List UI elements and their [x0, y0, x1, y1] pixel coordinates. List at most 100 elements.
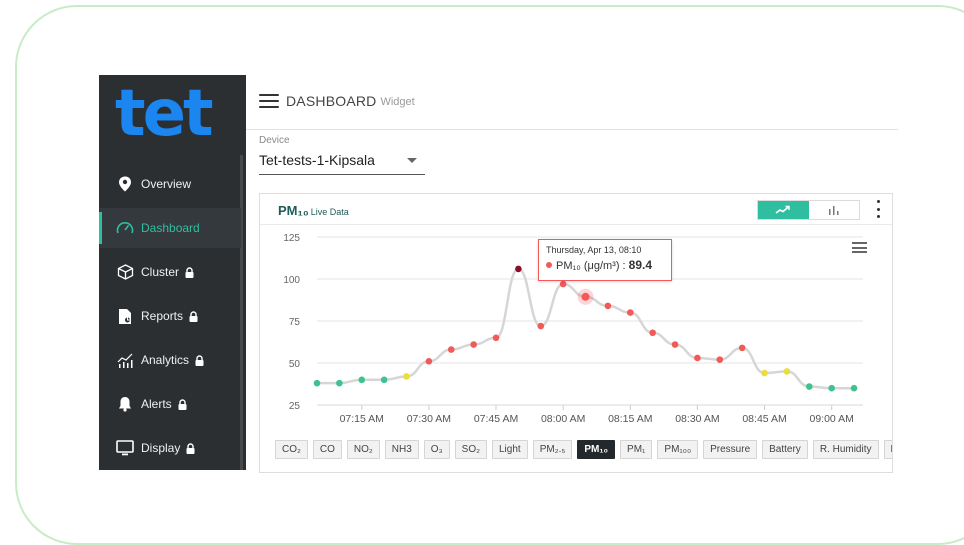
more-options-icon[interactable] — [874, 200, 882, 218]
parameter-chip[interactable]: O₃ — [423, 440, 450, 459]
y-tick-label: 100 — [283, 275, 300, 286]
y-tick-label: 25 — [289, 401, 301, 412]
data-point — [492, 334, 500, 342]
data-point — [559, 280, 567, 288]
data-point — [671, 341, 679, 348]
parameter-chips: CO₂ CO NO₂ NH3 O₃ SO₂ Light PM₂.₅ PM₁₀ PM₁ PM₁₀₀ Pr… — [275, 440, 892, 459]
parameter-chip[interactable]: Leq — [883, 440, 892, 459]
bar-chart-toggle[interactable] — [809, 201, 860, 219]
chart-menu-icon[interactable] — [852, 242, 867, 253]
series-line — [317, 267, 855, 390]
tooltip-value: 89.4 — [628, 258, 653, 272]
data-point — [380, 376, 388, 384]
data-point — [425, 358, 433, 365]
bell-icon — [116, 395, 134, 413]
tet-logo[interactable]: tet — [113, 77, 233, 143]
y-tick-label: 75 — [289, 317, 301, 328]
data-point — [649, 329, 656, 337]
parameter-chip[interactable]: CO₂ — [275, 440, 308, 459]
tooltip-separator: : — [619, 260, 629, 272]
sidebar-item-dashboard[interactable]: Dashboard — [99, 208, 241, 248]
data-point — [313, 379, 321, 387]
x-tick-label: 07:45 AM — [474, 413, 518, 425]
parameter-chip[interactable]: NH3 — [384, 440, 419, 459]
sidebar-item-label: Reports — [141, 309, 184, 323]
data-point — [581, 292, 590, 301]
sidebar-item-cluster[interactable]: Cluster — [99, 252, 241, 292]
x-tick-label: 08:45 AM — [742, 413, 786, 425]
parameter-chip[interactable]: R. Humidity — [812, 440, 879, 459]
data-point — [805, 383, 813, 390]
data-point — [358, 376, 366, 384]
parameter-chip[interactable]: PM₁₀ — [577, 440, 616, 459]
data-point — [828, 384, 835, 392]
parameter-chip[interactable]: NO₂ — [346, 440, 380, 459]
data-point — [403, 373, 410, 380]
data-point — [716, 356, 724, 363]
sidebar-item-analytics[interactable]: Analytics — [99, 340, 241, 380]
tooltip-value-line: PM₁₀ (μg/m³) : 89.4 — [546, 258, 664, 272]
pm10-widget: PM₁₀ Live Data 25 50 75 100 125 07:15 AM 07:30 … — [259, 193, 893, 473]
line-chart-icon — [775, 205, 790, 214]
sidebar-item-overview[interactable]: Overview — [99, 164, 241, 204]
map-pin-icon — [116, 175, 134, 193]
data-point — [537, 322, 545, 330]
data-point — [694, 354, 701, 362]
parameter-chip[interactable]: PM₂.₅ — [532, 440, 573, 459]
chart-tooltip: Thursday, Apr 13, 08:10 PM₁₀ (μg/m³) : 8… — [538, 239, 672, 281]
sidebar-item-label: Cluster — [141, 265, 180, 279]
sidebar-item-label: Overview — [141, 177, 192, 191]
sidebar-item-reports[interactable]: Reports — [99, 296, 241, 336]
sidebar: tet Overview Dashboard Cluster Reports Analy… — [99, 75, 246, 470]
parameter-chip[interactable]: Battery — [762, 440, 808, 459]
page-subtitle: Widget — [380, 96, 415, 108]
device-label: Device — [259, 135, 290, 146]
parameter-chip[interactable]: SO₂ — [454, 440, 487, 459]
lock-icon — [186, 442, 195, 454]
page-title: DASHBOARD — [286, 93, 377, 109]
sidebar-item-display[interactable]: Display — [99, 428, 241, 468]
report-file-icon — [116, 307, 134, 325]
chevron-down-icon — [407, 158, 417, 163]
sidebar-item-label: Alerts — [141, 397, 172, 411]
widget-title-main: PM₁₀ — [278, 203, 309, 218]
x-tick-label: 08:15 AM — [608, 413, 652, 425]
device-select[interactable]: Tet-tests-1-Kipsala — [259, 150, 425, 175]
widget-title-suffix: Live Data — [310, 207, 349, 217]
series-dot-icon — [546, 262, 552, 268]
widget-title: PM₁₀ Live Data — [278, 203, 349, 218]
menu-icon[interactable] — [259, 94, 279, 108]
sidebar-item-label: Dashboard — [141, 221, 200, 235]
monitor-icon — [116, 439, 134, 457]
parameter-chip[interactable]: Pressure — [703, 440, 758, 459]
data-point — [336, 379, 343, 387]
data-point — [626, 309, 634, 316]
data-point — [515, 265, 522, 273]
header: DASHBOARD Widget — [259, 89, 415, 113]
bar-chart-icon — [828, 206, 839, 215]
svg-text:tet: tet — [115, 77, 213, 143]
data-point — [850, 384, 858, 392]
chart-type-toggle — [757, 200, 860, 220]
lock-icon — [185, 266, 194, 278]
x-tick-label: 07:15 AM — [340, 413, 384, 425]
data-point — [761, 369, 768, 377]
parameter-chip[interactable]: Light — [492, 440, 528, 459]
y-tick-label: 50 — [289, 359, 301, 370]
tooltip-series: PM₁₀ (μg/m³) — [556, 260, 620, 272]
x-tick-label: 08:00 AM — [541, 413, 585, 425]
sidebar-item-alerts[interactable]: Alerts — [99, 384, 241, 424]
data-point — [783, 368, 791, 375]
sidebar-item-label: Display — [141, 441, 181, 455]
sidebar-item-label: Analytics — [141, 353, 190, 367]
lock-icon — [178, 398, 187, 410]
widget-header: PM₁₀ Live Data — [260, 194, 892, 225]
x-tick-label: 08:30 AM — [675, 413, 719, 425]
line-chart-toggle[interactable] — [758, 201, 809, 219]
parameter-chip[interactable]: CO — [312, 440, 342, 459]
data-point — [738, 344, 746, 352]
header-divider — [246, 129, 898, 130]
data-point — [604, 302, 612, 310]
parameter-chip[interactable]: PM₁₀₀ — [657, 440, 699, 459]
parameter-chip[interactable]: PM₁ — [620, 440, 653, 459]
